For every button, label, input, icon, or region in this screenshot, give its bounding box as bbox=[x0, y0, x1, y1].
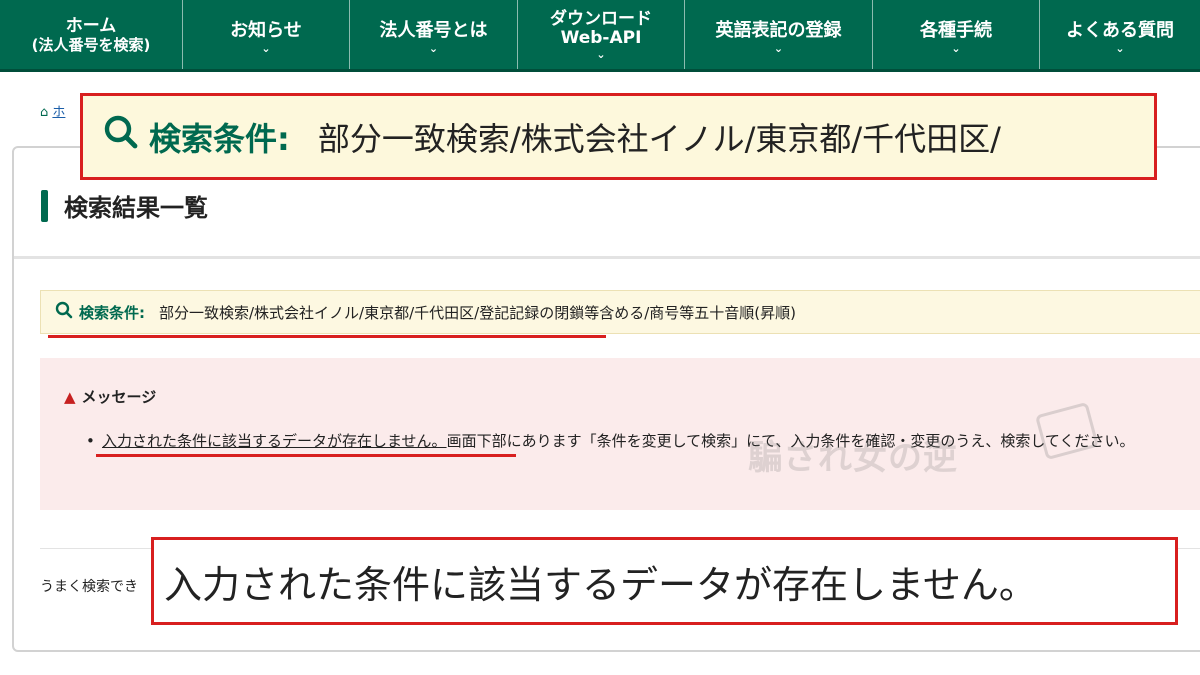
highlight-underline-message bbox=[96, 454, 516, 457]
nav-item-home[interactable]: ホーム (法人番号を検索) bbox=[0, 0, 182, 69]
nav-item-label: 各種手続 bbox=[920, 20, 992, 41]
chevron-down-icon: ⌄ bbox=[261, 42, 271, 55]
nav-item-label: 法人番号とは bbox=[379, 20, 488, 41]
chevron-down-icon: ⌄ bbox=[1115, 42, 1125, 55]
nav-item-sublabel: (法人番号を検索) bbox=[31, 35, 151, 54]
home-icon: ⌂ bbox=[40, 105, 49, 120]
nav-item-faq[interactable]: よくある質問 ⌄ bbox=[1039, 0, 1200, 69]
chevron-down-icon: ⌄ bbox=[951, 42, 961, 55]
message-title: ▲ メッセージ bbox=[64, 386, 156, 407]
watermark-text: 騙され女の逆 bbox=[748, 438, 958, 478]
search-conditions-label: 検索条件: bbox=[79, 303, 145, 322]
nav-item-english[interactable]: 英語表記の登録 ⌄ bbox=[684, 0, 872, 69]
zoom-callout-message: 入力された条件に該当するデータが存在しません。 bbox=[151, 537, 1178, 625]
breadcrumb: ⌂ ホ bbox=[40, 101, 65, 120]
search-conditions-value: 部分一致検索/株式会社イノル/東京都/千代田区/登記記録の閉鎖等含める/商号等五… bbox=[159, 303, 796, 322]
nav-item-label: お知らせ bbox=[230, 20, 302, 41]
zoom-conditions-value: 部分一致検索/株式会社イノル/東京都/千代田区/ bbox=[317, 119, 1001, 158]
nav-item-procedures[interactable]: 各種手続 ⌄ bbox=[872, 0, 1039, 69]
message-no-data: 入力された条件に該当するデータが存在しません。 bbox=[102, 432, 447, 450]
nav-item-download[interactable]: ダウンロード Web-API ⌄ bbox=[517, 0, 684, 69]
zoom-conditions-label: 検索条件: bbox=[149, 119, 290, 158]
nav-item-news[interactable]: お知らせ ⌄ bbox=[182, 0, 349, 69]
search-hint-text: うまく検索でき bbox=[40, 579, 138, 595]
nav-item-label: ダウンロード bbox=[550, 9, 652, 29]
title-accent-bar bbox=[41, 190, 48, 222]
message-title-text: メッセージ bbox=[81, 388, 157, 406]
nav-item-sublabel: Web-API bbox=[560, 28, 642, 48]
nav-item-label: ホーム bbox=[65, 15, 117, 36]
message-body: • 入力された条件に該当するデータが存在しません。画面下部にあります「条件を変更… bbox=[86, 430, 1152, 453]
chevron-down-icon: ⌄ bbox=[773, 42, 784, 55]
global-nav: ホーム (法人番号を検索) お知らせ ⌄ 法人番号とは ⌄ ダウンロード Web… bbox=[0, 0, 1200, 72]
message-box: ▲ メッセージ • 入力された条件に該当するデータが存在しません。画面下部にありま… bbox=[40, 358, 1200, 510]
zoom-message-text: 入力された条件に該当するデータが存在しません。 bbox=[164, 562, 1037, 607]
nav-item-label: 英語表記の登録 bbox=[715, 20, 842, 41]
chevron-down-icon: ⌄ bbox=[596, 48, 606, 61]
search-icon bbox=[103, 114, 139, 159]
search-icon bbox=[55, 301, 73, 324]
nav-item-about[interactable]: 法人番号とは ⌄ bbox=[349, 0, 517, 69]
list-bullet: • bbox=[86, 432, 95, 450]
zoom-callout-conditions: 検索条件: 部分一致検索/株式会社イノル/東京都/千代田区/ bbox=[80, 93, 1157, 180]
highlight-underline-conditions bbox=[48, 335, 606, 338]
nav-item-label: よくある質問 bbox=[1066, 20, 1174, 41]
search-conditions-box: 検索条件: 部分一致検索/株式会社イノル/東京都/千代田区/登記記録の閉鎖等含め… bbox=[40, 290, 1200, 334]
chevron-down-icon: ⌄ bbox=[428, 42, 439, 55]
breadcrumb-home-link[interactable]: ホ bbox=[52, 105, 65, 120]
page-title: 検索結果一覧 bbox=[64, 194, 208, 222]
warning-icon: ▲ bbox=[64, 388, 76, 406]
